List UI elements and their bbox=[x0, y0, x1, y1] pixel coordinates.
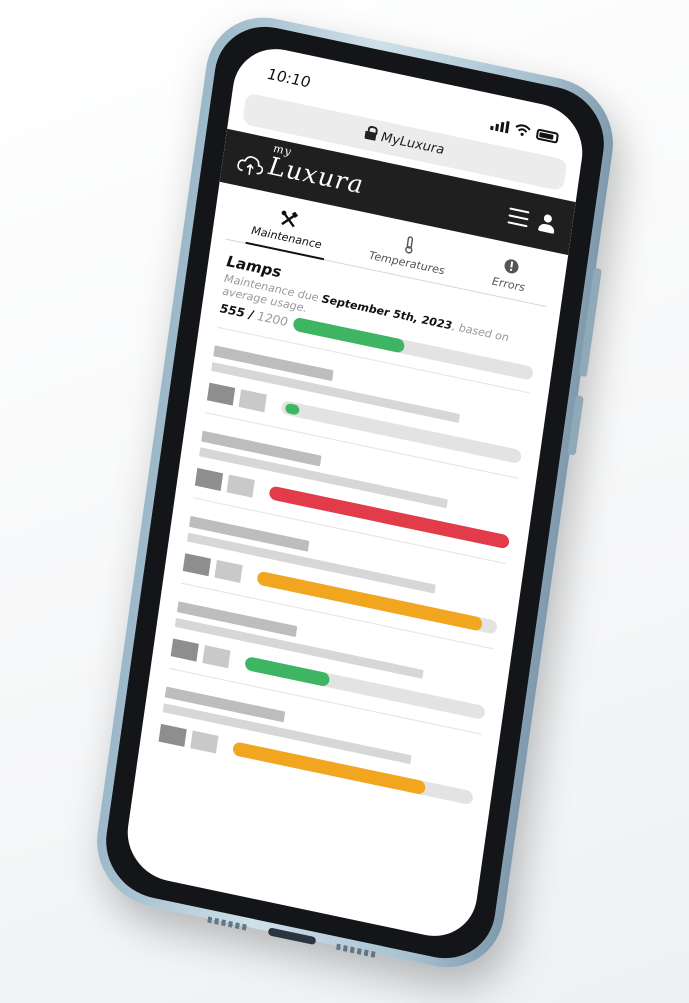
maintenance-list: Lamps Maintenance due September 5th, 202… bbox=[141, 237, 561, 811]
skeleton-block bbox=[238, 389, 267, 413]
tab-label: Errors bbox=[491, 274, 526, 295]
status-time: 10:10 bbox=[266, 64, 312, 92]
signal-icon bbox=[490, 118, 510, 134]
skeleton-block bbox=[194, 467, 224, 491]
phone-bezel: 10:10 MyLuxura my Luxura Maintenance Tem… bbox=[99, 16, 611, 969]
stage: 10:10 MyLuxura my Luxura Maintenance Tem… bbox=[0, 0, 689, 1003]
user-icon[interactable] bbox=[537, 213, 557, 234]
menu-icon[interactable] bbox=[507, 207, 530, 228]
tab-errors[interactable]: Errors bbox=[486, 249, 533, 302]
status-icons bbox=[490, 118, 560, 144]
alert-icon bbox=[504, 259, 519, 274]
skeleton-block bbox=[226, 474, 255, 498]
lock-icon bbox=[365, 128, 376, 141]
header-actions bbox=[507, 206, 557, 234]
skeleton-block bbox=[170, 638, 199, 662]
progress-fill bbox=[244, 655, 331, 688]
wifi-icon bbox=[515, 124, 531, 136]
skeleton-block bbox=[206, 382, 236, 406]
phone-mockup: 10:10 MyLuxura my Luxura Maintenance Tem… bbox=[89, 6, 621, 979]
cloud-icon bbox=[237, 155, 264, 175]
skeleton-block bbox=[202, 645, 231, 669]
skeleton-block bbox=[214, 559, 243, 583]
hours-used: 555 bbox=[219, 301, 246, 321]
battery-icon bbox=[535, 127, 560, 144]
skeleton-block bbox=[182, 553, 211, 577]
progress-fill bbox=[232, 741, 426, 796]
skeleton-block bbox=[190, 730, 219, 754]
logo-name: Luxura bbox=[266, 150, 366, 200]
hours-total: 1200 bbox=[256, 309, 289, 330]
address-bar-url: MyLuxura bbox=[380, 129, 446, 158]
thermometer-icon bbox=[405, 236, 413, 254]
placeholder-list bbox=[158, 326, 531, 808]
progress-fill bbox=[284, 402, 301, 416]
app-logo[interactable]: my Luxura bbox=[235, 141, 366, 200]
logo-wordmark: my Luxura bbox=[266, 141, 366, 200]
tools-icon bbox=[281, 210, 299, 228]
skeleton-block bbox=[158, 723, 187, 747]
